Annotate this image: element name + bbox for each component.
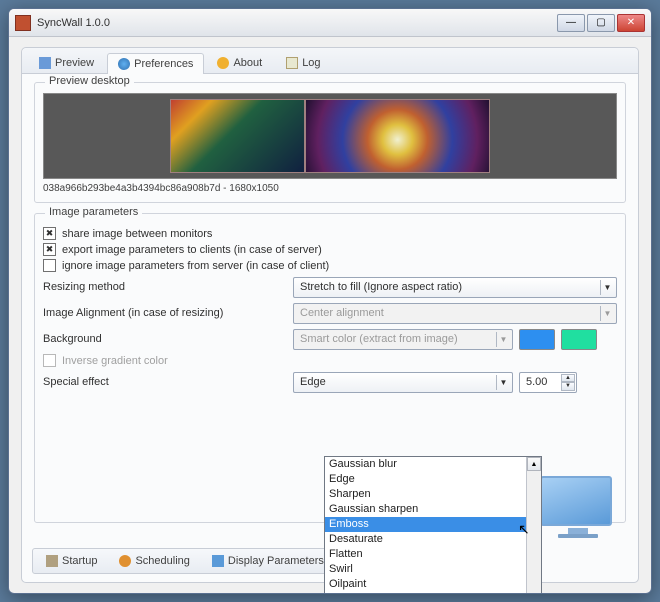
dropdown-scrollbar[interactable]: ▲ ▼ — [526, 457, 541, 594]
color-swatch-2[interactable] — [561, 329, 597, 350]
effect-option[interactable]: Sharpen — [325, 487, 541, 502]
preferences-icon — [118, 58, 130, 70]
combo-value: Edge — [300, 376, 326, 388]
tab-log[interactable]: Log — [275, 52, 331, 73]
about-icon — [217, 57, 229, 69]
maximize-button[interactable]: ▢ — [587, 14, 615, 32]
checkbox-ignore-params[interactable]: ignore image parameters from server (in … — [43, 259, 617, 272]
effect-value-spinner[interactable]: 5.00 ▲ ▼ — [519, 372, 577, 393]
btab-scheduling[interactable]: Scheduling — [109, 552, 199, 570]
effect-option[interactable]: Gaussian blur — [325, 457, 541, 472]
preview-desktop-group: Preview desktop 038a966b293be4a3b4394bc8… — [34, 82, 626, 203]
chevron-down-icon: ▼ — [600, 306, 614, 321]
preview-caption: 038a966b293be4a3b4394bc86a908b7d - 1680x… — [43, 183, 617, 194]
btab-label: Startup — [62, 555, 97, 567]
checkbox-label: ignore image parameters from server (in … — [62, 260, 329, 272]
checkbox-icon: ✖ — [43, 243, 56, 256]
effect-option[interactable]: Emboss — [325, 517, 541, 532]
tab-label: Log — [302, 57, 320, 69]
btab-startup[interactable]: Startup — [36, 552, 107, 570]
window-controls: — ▢ ✕ — [557, 14, 645, 32]
btab-display-parameters[interactable]: Display Parameters — [202, 552, 334, 570]
window-title: SyncWall 1.0.0 — [37, 17, 557, 29]
effect-option[interactable]: Charcoal — [325, 592, 541, 594]
background-label: Background — [43, 333, 293, 345]
effect-option[interactable]: Edge — [325, 472, 541, 487]
titlebar[interactable]: SyncWall 1.0.0 — ▢ ✕ — [9, 9, 651, 37]
tab-label: About — [233, 57, 262, 69]
combo-value: Center alignment — [300, 307, 384, 319]
special-effect-dropdown[interactable]: Gaussian blurEdgeSharpenGaussian sharpen… — [324, 456, 542, 594]
checkbox-share-image[interactable]: ✖ share image between monitors — [43, 227, 617, 240]
spin-up-icon[interactable]: ▲ — [561, 374, 575, 383]
btab-label: Scheduling — [135, 555, 189, 567]
spinner-buttons: ▲ ▼ — [561, 374, 575, 391]
chevron-down-icon: ▼ — [496, 332, 510, 347]
group-legend: Image parameters — [45, 206, 142, 218]
effect-option[interactable]: Desaturate — [325, 532, 541, 547]
color-swatch-1[interactable] — [519, 329, 555, 350]
effect-label: Special effect — [43, 376, 293, 388]
monitor-preview-icon — [540, 476, 616, 538]
resizing-method-combo[interactable]: Stretch to fill (Ignore aspect ratio) ▼ — [293, 277, 617, 298]
group-legend: Preview desktop — [45, 75, 134, 87]
checkbox-label: export image parameters to clients (in c… — [62, 244, 322, 256]
app-icon — [15, 15, 31, 31]
scheduling-icon — [119, 555, 131, 567]
log-icon — [286, 57, 298, 69]
preview-icon — [39, 57, 51, 69]
row-special-effect: Special effect Edge ▼ 5.00 ▲ ▼ — [43, 371, 617, 393]
client-area: Preview Preferences About Log Preview de… — [9, 37, 651, 593]
monitor-1-thumb[interactable] — [170, 99, 305, 173]
checkbox-export-params[interactable]: ✖ export image parameters to clients (in… — [43, 243, 617, 256]
btab-label: Display Parameters — [228, 555, 324, 567]
row-background: Background Smart color (extract from ima… — [43, 328, 617, 350]
minimize-button[interactable]: — — [557, 14, 585, 32]
top-tabstrip: Preview Preferences About Log — [22, 48, 638, 74]
alignment-label: Image Alignment (in case of resizing) — [43, 307, 293, 319]
tab-about[interactable]: About — [206, 52, 273, 73]
combo-value: Smart color (extract from image) — [300, 333, 458, 345]
background-combo: Smart color (extract from image) ▼ — [293, 329, 513, 350]
effect-option[interactable]: Flatten — [325, 547, 541, 562]
resizing-label: Resizing method — [43, 281, 293, 293]
startup-icon — [46, 555, 58, 567]
display-icon — [212, 555, 224, 567]
row-image-alignment: Image Alignment (in case of resizing) Ce… — [43, 302, 617, 324]
chevron-down-icon: ▼ — [600, 280, 614, 295]
special-effect-combo[interactable]: Edge ▼ — [293, 372, 513, 393]
image-alignment-combo: Center alignment ▼ — [293, 303, 617, 324]
tab-preferences[interactable]: Preferences — [107, 53, 204, 74]
effect-option[interactable]: Oilpaint — [325, 577, 541, 592]
checkbox-label: share image between monitors — [62, 228, 212, 240]
scroll-down-icon[interactable]: ▼ — [527, 593, 541, 594]
chevron-down-icon: ▼ — [496, 375, 510, 390]
preview-area[interactable] — [43, 93, 617, 179]
effect-option[interactable]: Swirl — [325, 562, 541, 577]
tab-label: Preferences — [134, 58, 193, 70]
tab-label: Preview — [55, 57, 94, 69]
row-resizing-method: Resizing method Stretch to fill (Ignore … — [43, 276, 617, 298]
scroll-up-icon[interactable]: ▲ — [527, 457, 541, 471]
app-window: SyncWall 1.0.0 — ▢ ✕ Preview Preferences… — [8, 8, 652, 594]
checkbox-label: Inverse gradient color — [62, 355, 168, 367]
monitor-2-thumb[interactable] — [305, 99, 490, 173]
main-panel: Preview Preferences About Log Preview de… — [21, 47, 639, 583]
tab-preview[interactable]: Preview — [28, 52, 105, 73]
checkbox-inverse-gradient: Inverse gradient color — [43, 354, 617, 367]
checkbox-icon: ✖ — [43, 227, 56, 240]
checkbox-icon — [43, 354, 56, 367]
effect-option[interactable]: Gaussian sharpen — [325, 502, 541, 517]
spinner-value: 5.00 — [526, 376, 547, 388]
spin-down-icon[interactable]: ▼ — [561, 382, 575, 391]
close-button[interactable]: ✕ — [617, 14, 645, 32]
checkbox-icon — [43, 259, 56, 272]
combo-value: Stretch to fill (Ignore aspect ratio) — [300, 281, 462, 293]
